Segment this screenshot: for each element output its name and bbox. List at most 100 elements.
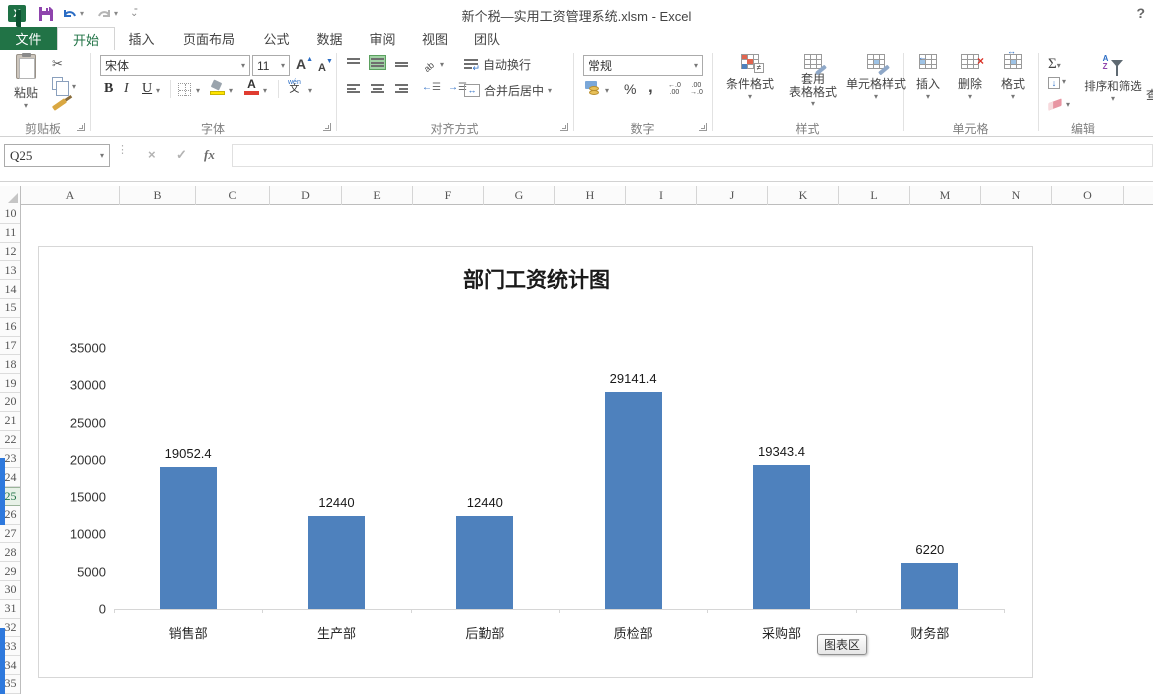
delete-cells-button[interactable]: × 删除 ▾ [950, 54, 990, 101]
number-format-select[interactable]: 常规▾ [583, 55, 703, 76]
tab-item-4[interactable]: 数据 [303, 27, 356, 50]
font-size-select[interactable]: 11▾ [252, 55, 290, 76]
column-header-B[interactable]: B [120, 186, 196, 205]
enter-icon[interactable]: ✓ [176, 147, 187, 163]
bold-button[interactable]: B [104, 81, 113, 97]
column-header-K[interactable]: K [768, 186, 839, 205]
sort-filter-button[interactable]: AZ 排序和筛选 ▾ [1080, 54, 1146, 103]
bar-销售部[interactable] [160, 467, 217, 609]
row-header-18[interactable]: 18 [0, 355, 21, 374]
row-header-10[interactable]: 10 [0, 205, 21, 224]
name-box[interactable]: Q25▾ [4, 144, 110, 167]
cancel-icon[interactable]: × [148, 147, 156, 162]
find-select-button-partial[interactable]: 查 [1146, 86, 1153, 103]
row-header-12[interactable]: 12 [0, 243, 21, 262]
bar-财务部[interactable] [901, 563, 958, 609]
help-icon[interactable]: ? [1136, 5, 1145, 21]
tab-item-1[interactable]: 插入 [115, 27, 168, 50]
row-header-28[interactable]: 28 [0, 543, 21, 562]
underline-dropdown-icon[interactable]: ▾ [156, 86, 160, 95]
tab-item-6[interactable]: 视图 [409, 27, 461, 50]
row-header-15[interactable]: 15 [0, 299, 21, 318]
underline-button[interactable]: U [142, 81, 152, 97]
column-header-J[interactable]: J [697, 186, 768, 205]
row-header-14[interactable]: 14 [0, 280, 21, 299]
phonetic-dropdown-icon[interactable]: ▾ [308, 86, 312, 95]
font-name-select[interactable]: 宋体▾ [100, 55, 250, 76]
grow-font-button[interactable]: A▲ [296, 56, 313, 74]
column-header-D[interactable]: D [270, 186, 342, 205]
tab-home[interactable]: 开始 [57, 27, 115, 50]
align-right-button[interactable] [394, 82, 409, 95]
font-dialog-launcher-icon[interactable] [323, 123, 331, 131]
decrease-indent-icon[interactable]: ←☰ [422, 82, 441, 93]
column-header-O[interactable]: O [1052, 186, 1124, 205]
orientation-dropdown-icon[interactable]: ▾ [440, 60, 444, 69]
format-cells-button[interactable]: ↔ 格式 ▾ [993, 54, 1033, 101]
chart-area[interactable]: 部门工资统计图 05000100001500020000250003000035… [38, 246, 1033, 678]
format-as-table-button[interactable]: 套用 表格格式 ▾ [784, 54, 842, 108]
row-header-29[interactable]: 29 [0, 562, 21, 581]
tab-item-7[interactable]: 团队 [461, 27, 513, 50]
phonetic-guide-icon[interactable]: wén文 [288, 79, 301, 93]
shrink-font-button[interactable]: A▼ [318, 58, 333, 76]
percent-style-icon[interactable]: % [624, 81, 636, 97]
align-center-button[interactable] [370, 82, 385, 95]
autosum-button[interactable]: Σ▾ [1048, 55, 1061, 73]
row-header-21[interactable]: 21 [0, 412, 21, 431]
increase-decimal-icon[interactable]: ←.0.00 [668, 82, 681, 96]
column-header-F[interactable]: F [413, 186, 484, 205]
column-header-M[interactable]: M [910, 186, 981, 205]
align-left-button[interactable] [346, 82, 361, 95]
alignment-dialog-launcher-icon[interactable] [560, 123, 568, 131]
select-all-corner[interactable] [0, 186, 21, 205]
tab-item-5[interactable]: 审阅 [356, 27, 409, 50]
bar-生产部[interactable] [308, 516, 365, 609]
row-header-31[interactable]: 31 [0, 600, 21, 619]
wrap-text-button[interactable]: ↵ 自动换行 [464, 56, 531, 73]
clear-button[interactable]: ▾ [1048, 100, 1070, 109]
comma-style-icon[interactable]: , [648, 77, 653, 97]
number-dialog-launcher-icon[interactable] [699, 123, 707, 131]
row-header-22[interactable]: 22 [0, 431, 21, 450]
bar-质检部[interactable] [605, 392, 662, 609]
formula-bar-grip-icon[interactable]: ⋮ [117, 148, 128, 153]
copy-dropdown-icon[interactable]: ▾ [72, 82, 76, 91]
copy-icon[interactable] [52, 77, 63, 90]
align-bottom-button[interactable] [394, 56, 409, 69]
bar-后勤部[interactable] [456, 516, 513, 609]
row-header-19[interactable]: 19 [0, 374, 21, 393]
tab-item-2[interactable]: 页面布局 [168, 27, 250, 50]
fill-color-icon[interactable] [210, 81, 225, 95]
column-header-N[interactable]: N [981, 186, 1052, 205]
chart-title[interactable]: 部门工资统计图 [39, 264, 1034, 294]
column-header-A[interactable]: A [21, 186, 120, 205]
font-color-icon[interactable]: A [244, 79, 259, 95]
align-middle-button[interactable] [370, 56, 385, 69]
tab-file[interactable]: 文件 [0, 27, 57, 50]
row-header-16[interactable]: 16 [0, 318, 21, 337]
align-top-button[interactable] [346, 56, 361, 69]
conditional-formatting-button[interactable]: ≠ 条件格式 ▾ [718, 54, 782, 101]
column-header-H[interactable]: H [555, 186, 626, 205]
borders-dropdown-icon[interactable]: ▾ [196, 86, 200, 95]
orientation-icon[interactable]: ab [424, 57, 434, 75]
merge-center-button[interactable]: ↔ 合并后居中 ▾ [464, 82, 552, 99]
column-header-C[interactable]: C [196, 186, 270, 205]
cell-styles-button[interactable]: 单元格样式 ▾ [844, 54, 908, 101]
column-header-I[interactable]: I [626, 186, 697, 205]
row-header-20[interactable]: 20 [0, 393, 21, 412]
clipboard-dialog-launcher-icon[interactable] [77, 123, 85, 131]
row-header-13[interactable]: 13 [0, 261, 21, 280]
column-header-E[interactable]: E [342, 186, 413, 205]
decrease-decimal-icon[interactable]: .00→.0 [690, 82, 703, 96]
column-header-L[interactable]: L [839, 186, 910, 205]
tab-item-3[interactable]: 公式 [250, 27, 303, 50]
cut-icon[interactable]: ✂ [52, 56, 63, 72]
column-header-partial[interactable] [1124, 186, 1153, 205]
formula-input[interactable] [232, 144, 1153, 167]
row-header-30[interactable]: 30 [0, 581, 21, 600]
borders-icon[interactable] [178, 83, 191, 96]
italic-button[interactable]: I [124, 81, 129, 97]
bar-采购部[interactable] [753, 465, 810, 609]
